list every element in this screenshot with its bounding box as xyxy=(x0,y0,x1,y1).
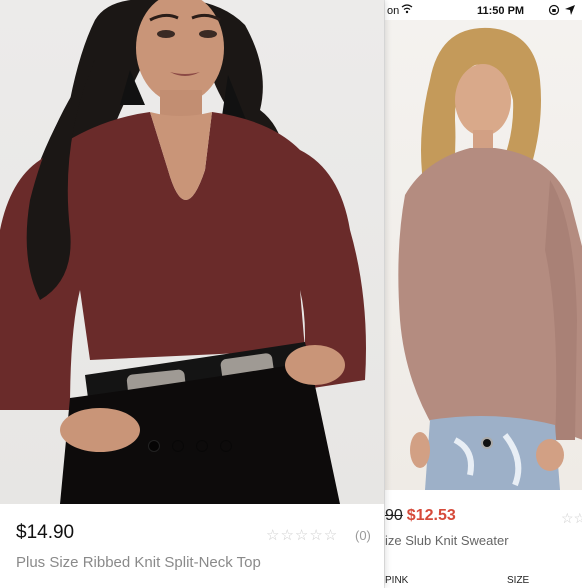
product-card-front[interactable]: $14.90 ☆☆☆☆☆ (0) Plus Size Ribbed Knit S… xyxy=(0,0,384,588)
back-options-row: PINK SIZE xyxy=(385,573,582,588)
product-card-back[interactable]: on 11:50 PM 90 $12.53 ☆ ize Slub Knit Sw… xyxy=(384,0,582,588)
model-photo-illustration xyxy=(0,0,366,504)
product-price: $14.90 xyxy=(16,522,75,543)
sale-price: $12.53 xyxy=(406,507,456,524)
back-rating-stars: ☆☆ xyxy=(561,510,582,526)
back-price-row: 90 $12.53 xyxy=(385,507,456,525)
product-image-front[interactable] xyxy=(0,0,384,504)
location-arrow-icon xyxy=(564,4,576,19)
product-image-back[interactable] xyxy=(385,20,582,490)
status-time: 11:50 PM xyxy=(477,5,525,17)
product-title[interactable]: Plus Size Ribbed Knit Split-Neck Top xyxy=(16,554,261,571)
back-carousel-dot-icon[interactable] xyxy=(481,437,493,449)
status-bar: on 11:50 PM xyxy=(385,0,582,22)
review-count[interactable]: (0) xyxy=(355,528,371,543)
carousel-dot-icon[interactable] xyxy=(172,440,184,452)
model-photo-illustration xyxy=(398,27,582,490)
lock-rotation-icon xyxy=(548,4,560,19)
carrier-label: on xyxy=(387,5,400,17)
rating-stars: ☆☆☆☆☆ xyxy=(266,527,339,544)
carousel-indicator xyxy=(148,440,248,456)
wifi-icon xyxy=(401,4,413,17)
carousel-dot-icon[interactable] xyxy=(148,440,160,452)
carousel-dot-icon[interactable] xyxy=(220,440,232,452)
color-option[interactable]: PINK xyxy=(385,575,408,586)
original-price: 90 xyxy=(385,507,403,524)
size-option[interactable]: SIZE xyxy=(507,575,529,586)
carousel-dot-icon[interactable] xyxy=(196,440,208,452)
back-product-title[interactable]: ize Slub Knit Sweater xyxy=(385,533,509,548)
